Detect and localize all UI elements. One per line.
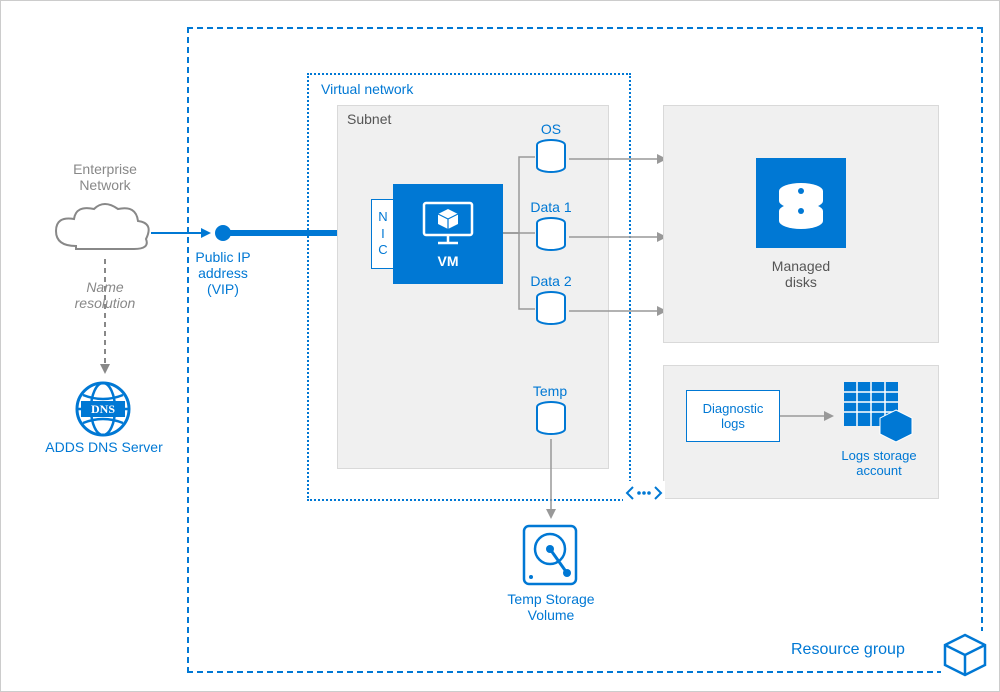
temp-disk-icon (535, 401, 567, 437)
dns-arrow (97, 259, 113, 379)
managed-disks-label: Managed disks (772, 258, 830, 290)
dns-server-label: ADDS DNS Server (39, 439, 169, 455)
vm-box: VM (393, 184, 503, 284)
virtual-network-label: Virtual network (321, 81, 413, 97)
nic-label: N I C (378, 209, 387, 260)
public-ip-label: Public IP address (VIP) (193, 249, 253, 297)
disks-stack-icon (773, 175, 829, 231)
temp-to-volume-arrow (543, 439, 559, 521)
data1-to-managed-arrow (569, 227, 669, 247)
logs-storage-box: Diagnostic logs Logs storage account (663, 365, 939, 499)
temp-storage-label: Temp Storage Volume (501, 591, 601, 623)
temp-disk-label: Temp (525, 383, 575, 399)
vm-label: VM (438, 253, 459, 269)
os-disk-label: OS (531, 121, 571, 137)
diag-to-storage-arrow (780, 406, 836, 426)
data2-disk-icon (535, 291, 567, 327)
cloud-to-ip-arrow (151, 223, 213, 243)
svg-text:DNS: DNS (91, 402, 115, 416)
subnet-label: Subnet (347, 111, 391, 127)
cube-icon (941, 631, 989, 679)
nic-box: N I C (371, 199, 395, 269)
dns-globe-icon: DNS (73, 379, 133, 439)
storage-table-icon (842, 380, 912, 444)
data1-disk-icon (535, 217, 567, 253)
resource-group-label: Resource group (791, 641, 905, 659)
architecture-diagram: Resource group Enterprise Network Name r… (0, 0, 1000, 692)
cloud-icon (46, 201, 156, 261)
enterprise-network-label: Enterprise Network (55, 161, 155, 193)
monitor-icon (420, 199, 476, 249)
diagnostic-logs-box: Diagnostic logs (686, 390, 780, 442)
diagnostic-logs-label: Diagnostic logs (703, 401, 764, 431)
os-disk-icon (535, 139, 567, 175)
data2-to-managed-arrow (569, 301, 669, 321)
hard-disk-icon (521, 523, 579, 587)
logs-storage-label: Logs storage account (824, 448, 934, 478)
peering-icon (623, 481, 665, 505)
os-to-managed-arrow (569, 149, 669, 169)
vm-to-disks-lines (503, 151, 539, 321)
managed-disks-box: Managed disks (663, 105, 939, 343)
